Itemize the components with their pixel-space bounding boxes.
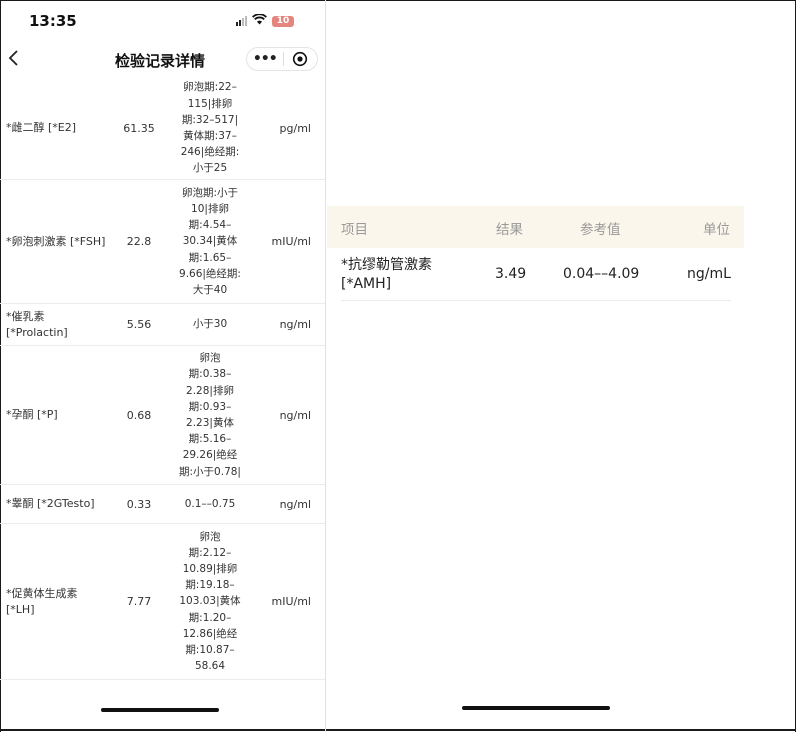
header-result: 结果	[496, 222, 523, 238]
header-reference: 参考值	[580, 222, 621, 238]
nav-bar: 检验记录详情 •••	[0, 44, 325, 76]
table-row: *睾酮 [*2GTesto] 0.33 0.1––0.75 ng/ml	[0, 485, 325, 524]
item-name: *催乳素 [*Prolactin]	[6, 309, 68, 339]
table-row: *雌二醇 [*E2] 61.35 卵泡期:22– 115|排卵 期:32–517| 黄…	[0, 77, 325, 180]
item-reference: 小于30	[192, 318, 228, 331]
item-reference: 卵泡期:22– 115|排卵 期:32–517| 黄体期:37– 246|绝经期: 小于2…	[180, 81, 240, 175]
item-unit: mIU/ml	[271, 235, 312, 248]
header-unit: 单位	[703, 222, 730, 238]
item-name: *睾酮 [*2GTesto]	[6, 497, 95, 510]
item-unit: mIU/ml	[271, 595, 312, 608]
item-reference: 卵泡 期:0.38– 2.28|排卵 期:0.93– 2.23|黄体 期:5.16– 29.…	[179, 352, 241, 478]
lab-results-table: *雌二醇 [*E2] 61.35 卵泡期:22– 115|排卵 期:32–517| 黄…	[0, 77, 325, 680]
item-reference: 0.04––4.09	[563, 266, 640, 282]
back-button[interactable]	[6, 47, 22, 69]
item-reference: 0.1––0.75	[184, 497, 236, 510]
item-reference: 卵泡 期:2.12– 10.89|排卵 期:19.18– 103.03|黄体 期:1.20…	[179, 530, 241, 673]
table-row: *孕酮 [*P] 0.68 卵泡 期:0.38– 2.28|排卵 期:0.93– 2.2…	[0, 346, 325, 485]
item-result: 7.77	[126, 595, 152, 608]
item-reference: 卵泡期:小于 10|排卵 期:4.54– 30.34|黄体 期:1.65– 9.66|绝经…	[179, 186, 241, 296]
item-name: *促黄体生成素 [*LH]	[6, 586, 78, 616]
item-unit: ng/mL	[687, 266, 731, 282]
item-name: *抗缪勒管激素 [*AMH]	[341, 257, 432, 292]
close-button[interactable]	[283, 48, 317, 70]
table-row: *卵泡刺激素 [*FSH] 22.8 卵泡期:小于 10|排卵 期:4.54– 30.…	[0, 180, 325, 304]
item-result: 3.49	[495, 266, 527, 282]
table-row: *促黄体生成素 [*LH] 7.77 卵泡 期:2.12– 10.89|排卵 期:19…	[0, 524, 325, 680]
wifi-icon	[252, 13, 267, 28]
table-row: *催乳素 [*Prolactin] 5.56 小于30 ng/ml	[0, 304, 325, 346]
item-unit: ng/ml	[279, 497, 311, 511]
header-item: 项目	[341, 222, 368, 238]
panel-divider	[325, 0, 326, 732]
table-header: 项目 结果 参考值 单位	[327, 206, 744, 248]
status-bar: 13:35 10	[0, 0, 325, 44]
item-result: 61.35	[123, 121, 155, 135]
item-result: 0.68	[126, 408, 152, 422]
item-name: *雌二醇 [*E2]	[6, 121, 77, 134]
more-button[interactable]: •••	[247, 48, 283, 70]
item-unit: pg/ml	[279, 121, 311, 135]
battery-icon: 10	[272, 15, 294, 27]
mini-program-capsule: •••	[246, 47, 318, 71]
item-result: 5.56	[126, 318, 152, 331]
item-unit: ng/ml	[279, 408, 311, 422]
home-indicator[interactable]	[101, 708, 219, 712]
item-name: *卵泡刺激素 [*FSH]	[6, 234, 106, 248]
status-time: 13:35	[29, 12, 77, 30]
table-row: *抗缪勒管激素 [*AMH] 3.49 0.04––4.09 ng/mL	[341, 249, 731, 301]
home-indicator[interactable]	[462, 706, 610, 710]
target-icon	[293, 51, 308, 67]
more-icon: •••	[252, 51, 278, 67]
signal-icon	[236, 16, 247, 26]
item-result: 22.8	[126, 235, 152, 248]
item-result: 0.33	[126, 497, 152, 511]
chevron-left-icon	[8, 50, 18, 66]
item-name: *孕酮 [*P]	[6, 408, 58, 421]
item-unit: ng/ml	[279, 318, 311, 331]
page-title: 检验记录详情	[114, 52, 205, 70]
